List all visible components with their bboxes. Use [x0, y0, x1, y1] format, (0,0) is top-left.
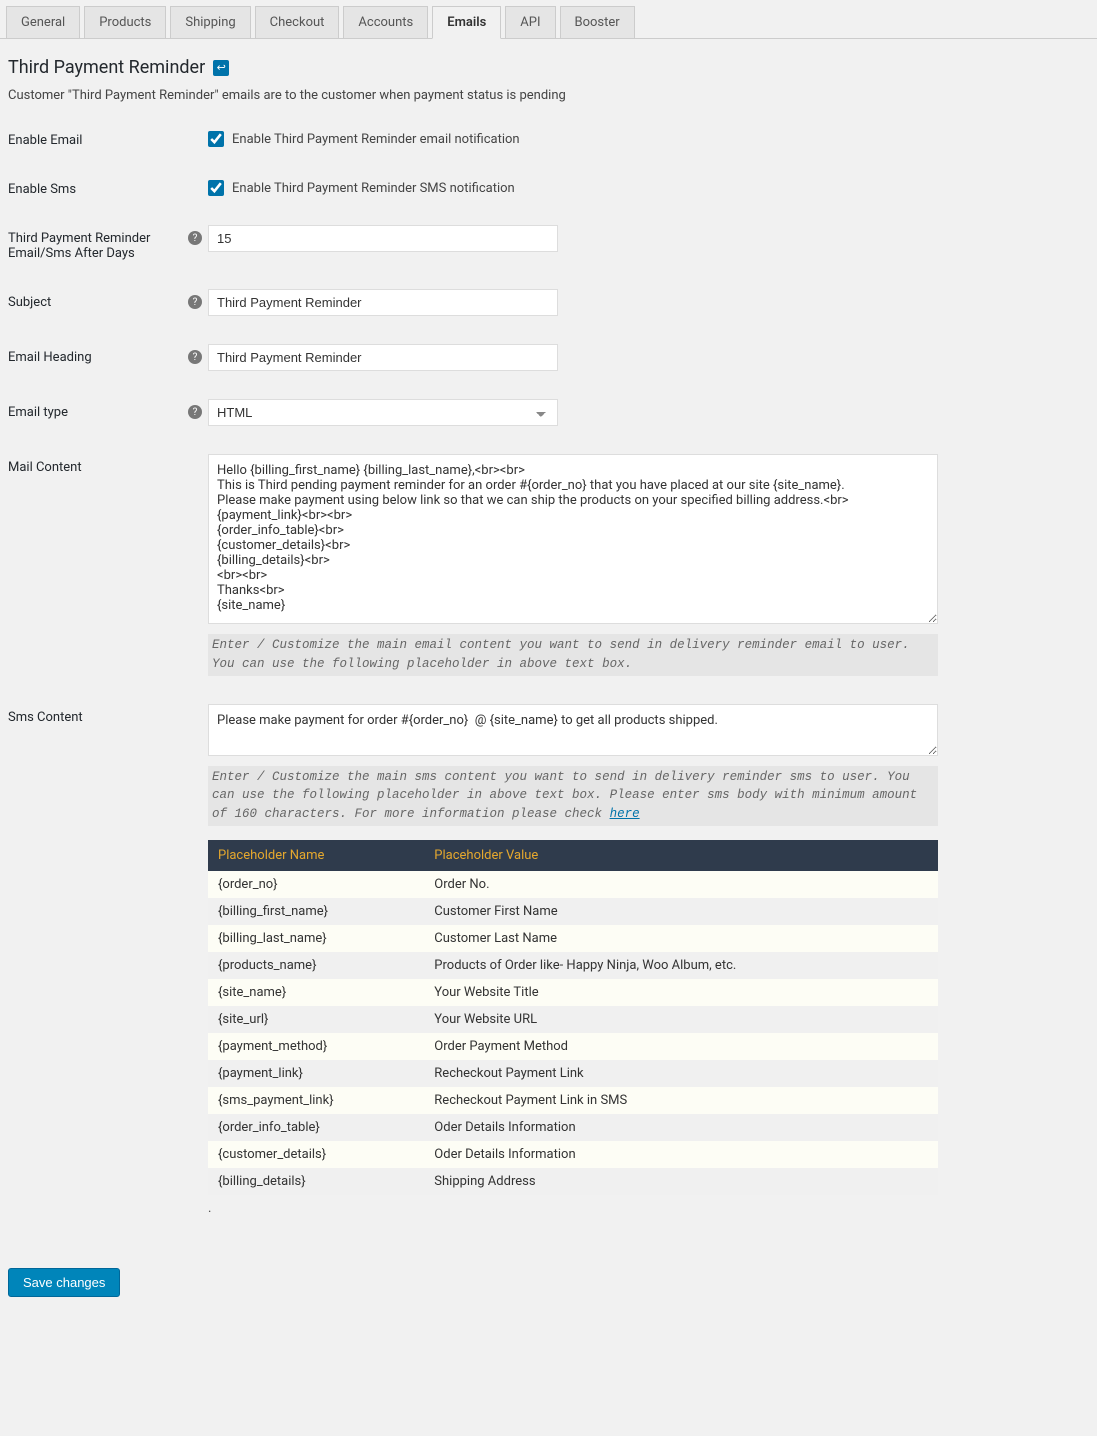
table-row: {order_info_table}Oder Details Informati… — [208, 1114, 938, 1141]
tab-general[interactable]: General — [6, 6, 80, 38]
enable-email-checkbox-label: Enable Third Payment Reminder email noti… — [232, 132, 520, 147]
table-row: {site_name}Your Website Title — [208, 979, 938, 1006]
email-type-label: Email type ? — [8, 399, 208, 420]
table-row: {payment_method}Order Payment Method — [208, 1033, 938, 1060]
table-row: {billing_first_name}Customer First Name — [208, 898, 938, 925]
tab-emails[interactable]: Emails — [432, 6, 501, 39]
tab-shipping[interactable]: Shipping — [170, 6, 250, 38]
enable-email-checkbox[interactable] — [208, 131, 224, 147]
table-row: {products_name}Products of Order like- H… — [208, 952, 938, 979]
table-row: {sms_payment_link}Recheckout Payment Lin… — [208, 1087, 938, 1114]
table-row: {customer_details}Oder Details Informati… — [208, 1141, 938, 1168]
save-button[interactable]: Save changes — [8, 1268, 120, 1297]
email-type-select[interactable]: HTML — [208, 399, 558, 426]
help-icon[interactable]: ? — [188, 350, 202, 364]
placeholder-table: Placeholder Name Placeholder Value {orde… — [208, 840, 938, 1195]
subject-input[interactable] — [208, 289, 558, 316]
email-heading-input[interactable] — [208, 344, 558, 371]
table-row: {order_no}Order No. — [208, 871, 938, 898]
email-heading-label: Email Heading ? — [8, 344, 208, 365]
help-icon[interactable]: ? — [188, 405, 202, 419]
table-row: {billing_details}Shipping Address — [208, 1168, 938, 1195]
help-icon[interactable]: ? — [188, 231, 202, 245]
tab-checkout[interactable]: Checkout — [255, 6, 340, 38]
page-description: Customer "Third Payment Reminder" emails… — [8, 88, 1089, 103]
after-days-label: Third Payment Reminder Email/Sms After D… — [8, 225, 208, 261]
tab-products[interactable]: Products — [84, 6, 166, 38]
table-row: {site_url}Your Website URL — [208, 1006, 938, 1033]
enable-sms-checkbox[interactable] — [208, 180, 224, 196]
enable-email-checkbox-wrap[interactable]: Enable Third Payment Reminder email noti… — [208, 127, 938, 147]
mail-content-label: Mail Content — [8, 454, 208, 475]
table-row: {payment_link}Recheckout Payment Link — [208, 1060, 938, 1087]
enable-email-label: Enable Email — [8, 127, 208, 148]
enable-sms-checkbox-label: Enable Third Payment Reminder SMS notifi… — [232, 181, 515, 196]
sms-help-link[interactable]: here — [610, 807, 640, 821]
mail-content-textarea[interactable] — [208, 454, 938, 624]
after-days-input[interactable] — [208, 225, 558, 252]
sms-content-label: Sms Content — [8, 704, 208, 725]
enable-sms-checkbox-wrap[interactable]: Enable Third Payment Reminder SMS notifi… — [208, 176, 938, 196]
placeholder-table-header-name: Placeholder Name — [208, 840, 424, 871]
sms-content-help: Enter / Customize the main sms content y… — [208, 766, 938, 826]
settings-content: Third Payment Reminder ↩ Customer "Third… — [0, 39, 1097, 1315]
page-title-text: Third Payment Reminder — [8, 57, 205, 78]
enable-sms-label: Enable Sms — [8, 176, 208, 197]
back-icon[interactable]: ↩ — [213, 60, 229, 76]
settings-tabs: GeneralProductsShippingCheckoutAccountsE… — [0, 0, 1097, 39]
tab-api[interactable]: API — [505, 6, 555, 38]
page-title: Third Payment Reminder ↩ — [8, 57, 1089, 78]
placeholder-table-header-value: Placeholder Value — [424, 840, 938, 871]
trailing-dot: . — [208, 1201, 938, 1216]
tab-booster[interactable]: Booster — [560, 6, 635, 38]
mail-content-help: Enter / Customize the main email content… — [208, 634, 938, 676]
subject-label: Subject ? — [8, 289, 208, 310]
sms-content-textarea[interactable] — [208, 704, 938, 756]
tab-accounts[interactable]: Accounts — [343, 6, 428, 38]
table-row: {billing_last_name}Customer Last Name — [208, 925, 938, 952]
help-icon[interactable]: ? — [188, 295, 202, 309]
